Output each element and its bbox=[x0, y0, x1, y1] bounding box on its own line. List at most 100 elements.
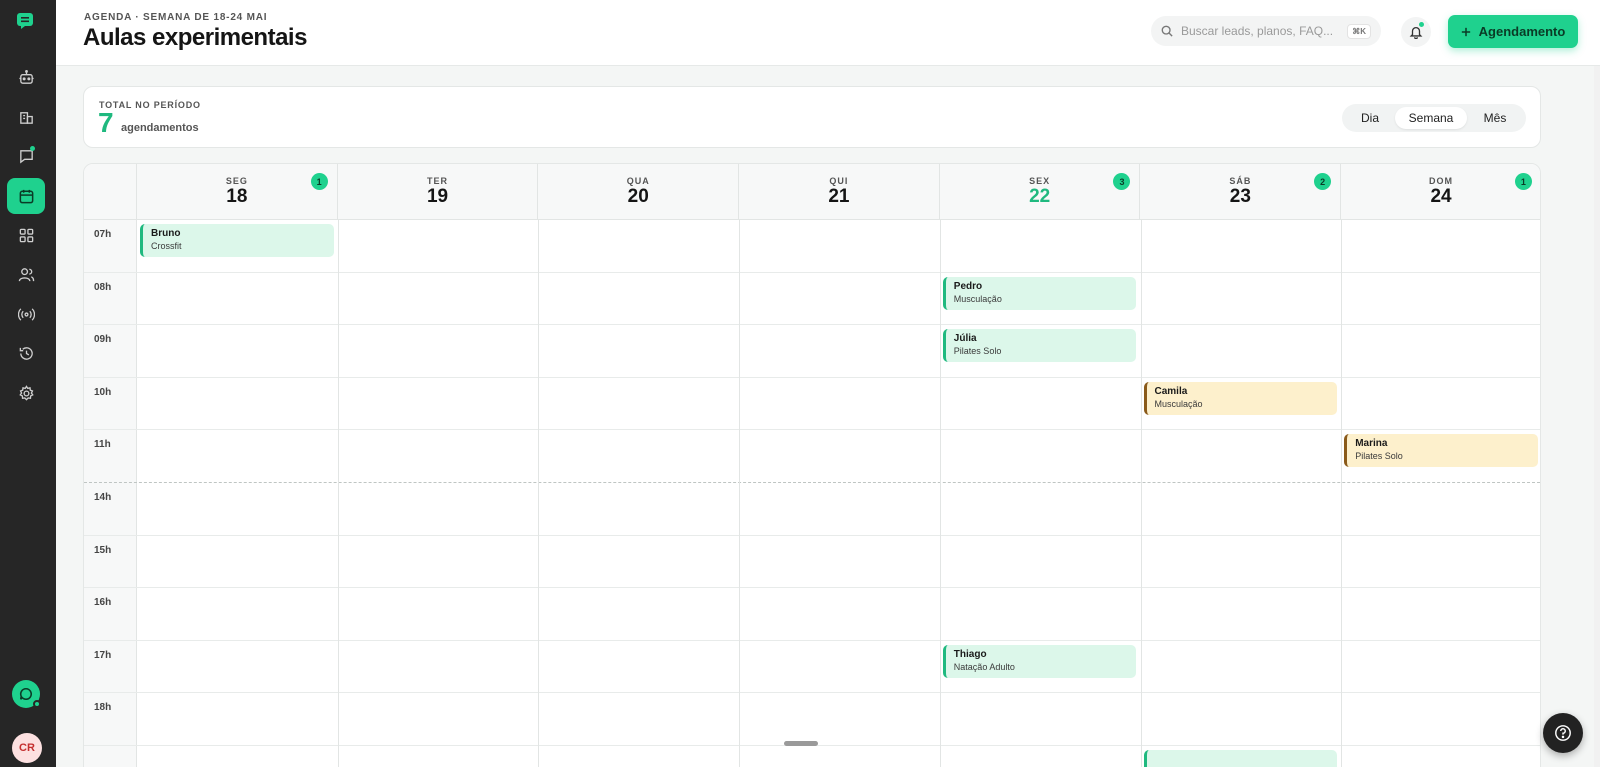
day-number: 23 bbox=[1229, 186, 1251, 207]
help-icon bbox=[1555, 725, 1571, 741]
gear-icon bbox=[18, 384, 34, 401]
sidebar-item-settings[interactable] bbox=[7, 375, 45, 411]
view-month-button[interactable]: Mês bbox=[1467, 107, 1523, 129]
day-header[interactable]: TER 19 bbox=[338, 164, 539, 220]
sidebar-item-dashboard[interactable] bbox=[7, 217, 45, 253]
users-icon bbox=[18, 267, 34, 281]
sidebar-item-history[interactable] bbox=[7, 335, 45, 371]
summary-count: 7 bbox=[98, 107, 114, 138]
hour-label: 09h bbox=[94, 334, 112, 346]
view-day-button[interactable]: Dia bbox=[1345, 107, 1395, 129]
column-divider bbox=[939, 220, 941, 767]
hour-label: 18h bbox=[94, 702, 112, 714]
day-number: 20 bbox=[627, 186, 649, 207]
hour-label: 16h bbox=[94, 597, 112, 609]
hour-label: 15h bbox=[94, 544, 112, 556]
week-calendar: 07h 08h 09h 10h 11h 14h 15h 16h 17h 18h SEG 18 1 TER… bbox=[83, 163, 1541, 767]
hour-label: 17h bbox=[94, 649, 112, 661]
day-number: 22 bbox=[1029, 186, 1051, 207]
column-divider bbox=[337, 220, 339, 767]
day-abbr: DOM bbox=[1429, 176, 1454, 186]
sidebar: CR bbox=[0, 0, 56, 767]
gutter-header bbox=[84, 164, 137, 220]
bot-icon bbox=[18, 69, 34, 84]
sidebar-item-units[interactable] bbox=[7, 99, 45, 135]
sidebar-item-users[interactable] bbox=[7, 256, 45, 292]
appointment-class: Musculação bbox=[1154, 398, 1203, 409]
appointment-card[interactable]: Thiago Natação Adulto bbox=[942, 644, 1137, 678]
day-header[interactable]: DOM 24 1 bbox=[1341, 164, 1540, 220]
day-abbr: SÁB bbox=[1229, 176, 1252, 186]
add-appointment-button[interactable]: Agendamento bbox=[1448, 15, 1578, 48]
notifications-button[interactable] bbox=[1401, 17, 1431, 47]
day-abbr: SEX bbox=[1029, 176, 1051, 186]
hour-row[interactable]: 09h bbox=[84, 325, 1540, 378]
hour-label: 11h bbox=[94, 439, 111, 451]
day-abbr: SEG bbox=[225, 176, 248, 186]
notification-dot bbox=[30, 146, 35, 151]
hour-row[interactable]: 08h bbox=[84, 273, 1540, 326]
hour-row[interactable]: 11h bbox=[84, 430, 1540, 483]
appointment-name: Pedro bbox=[953, 280, 983, 292]
breadcrumb: AGENDA · SEMANA DE 18-24 MAI bbox=[84, 12, 268, 23]
day-count-badge: 1 bbox=[1514, 173, 1532, 190]
hour-row[interactable]: 17h bbox=[84, 641, 1540, 694]
hour-label: 10h bbox=[94, 386, 112, 398]
day-abbr: QUA bbox=[626, 176, 650, 186]
appointment-card[interactable]: Marina Pilates Solo bbox=[1344, 434, 1538, 468]
page-header: AGENDA · SEMANA DE 18-24 MAI Aulas exper… bbox=[56, 0, 1600, 66]
column-divider bbox=[538, 220, 540, 767]
summary-label: TOTAL NO PERÍODO bbox=[99, 100, 201, 110]
avatar[interactable]: CR bbox=[12, 733, 42, 763]
appointment-card[interactable]: Pedro Musculação bbox=[942, 276, 1137, 310]
appointment-card[interactable]: Júlia Pilates Solo bbox=[942, 329, 1137, 363]
hour-row[interactable]: 15h bbox=[84, 536, 1540, 589]
appointment-name: Bruno bbox=[151, 228, 181, 239]
hour-row[interactable]: 14h bbox=[84, 483, 1540, 536]
appointment-name: Thiago bbox=[953, 648, 987, 660]
day-header[interactable]: QUA 20 bbox=[538, 164, 740, 220]
page-scrollbar[interactable] bbox=[1594, 66, 1600, 767]
day-number: 24 bbox=[1430, 186, 1452, 207]
appointment-card[interactable] bbox=[1143, 750, 1338, 767]
column-divider bbox=[1140, 220, 1142, 767]
day-header[interactable]: QUI 21 bbox=[739, 164, 940, 220]
appointment-class: Pilates Solo bbox=[1355, 451, 1403, 462]
appointment-card[interactable]: Bruno Crossfit bbox=[140, 224, 334, 257]
sidebar-item-conversations[interactable] bbox=[7, 138, 45, 174]
notification-dot bbox=[1419, 22, 1424, 27]
add-appointment-label: Agendamento bbox=[1478, 24, 1566, 39]
hour-row[interactable]: 18h bbox=[84, 693, 1540, 746]
scroll-handle[interactable] bbox=[784, 741, 818, 746]
hour-label: 08h bbox=[94, 281, 112, 293]
logo-icon[interactable] bbox=[16, 12, 34, 30]
sidebar-item-bot[interactable] bbox=[7, 59, 45, 95]
sidebar-item-integrations[interactable] bbox=[7, 296, 45, 332]
day-header[interactable]: SEG 18 1 bbox=[137, 164, 338, 220]
sidebar-item-calendar[interactable] bbox=[7, 178, 45, 214]
appointment-card[interactable]: Camila Musculação bbox=[1143, 381, 1338, 415]
day-number: 19 bbox=[426, 186, 449, 207]
bell-icon bbox=[1409, 26, 1423, 39]
column-divider bbox=[739, 220, 741, 767]
day-abbr: TER bbox=[427, 176, 449, 186]
hour-row[interactable]: 16h bbox=[84, 588, 1540, 641]
search-box[interactable]: ⌘K bbox=[1151, 16, 1381, 46]
help-button[interactable] bbox=[1543, 713, 1583, 753]
calendar-icon bbox=[19, 189, 33, 203]
day-count-badge: 1 bbox=[310, 173, 328, 190]
support-chat-button[interactable] bbox=[12, 680, 41, 708]
appointment-class: Natação Adulto bbox=[953, 661, 1015, 672]
history-icon bbox=[19, 346, 33, 360]
day-header[interactable]: SÁB 23 2 bbox=[1141, 164, 1342, 220]
online-indicator bbox=[33, 700, 41, 708]
day-header[interactable]: SEX 22 3 bbox=[940, 164, 1141, 220]
view-week-button[interactable]: Semana bbox=[1395, 107, 1467, 129]
day-number: 21 bbox=[828, 186, 850, 207]
appointment-class: Musculação bbox=[953, 293, 1002, 304]
day-abbr: QUI bbox=[829, 176, 849, 186]
day-number: 18 bbox=[226, 186, 248, 207]
hour-label: 14h bbox=[94, 492, 112, 503]
summary-unit: agendamentos bbox=[121, 122, 199, 134]
search-input[interactable] bbox=[1181, 24, 1341, 38]
